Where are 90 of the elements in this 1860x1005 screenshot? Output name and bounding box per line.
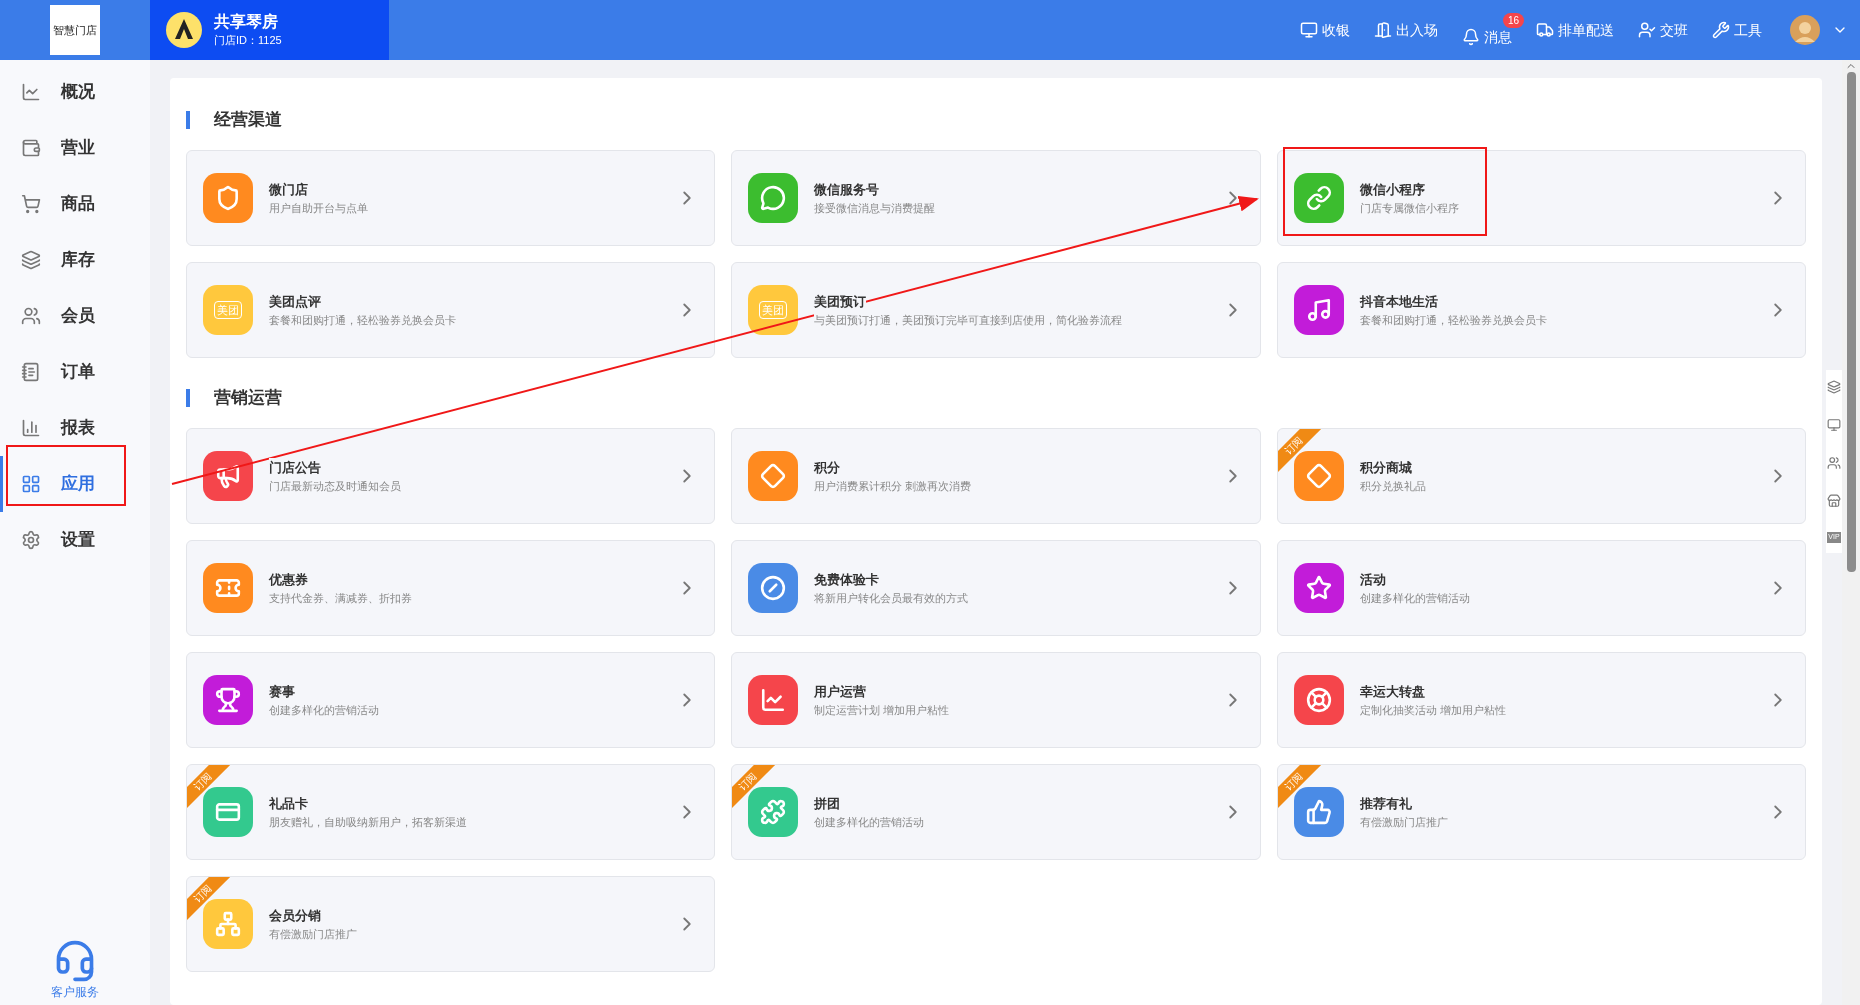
- section-title: 经营渠道: [186, 111, 1806, 129]
- card-title: 美团预订: [814, 292, 867, 312]
- chart-line-icon: [21, 82, 41, 102]
- card-title: 积分: [814, 458, 841, 478]
- card-subtitle: 定制化抽奖活动 增加用户粘性: [1359, 701, 1506, 718]
- sidebar-item[interactable]: 库存: [0, 232, 150, 288]
- card-title: 幸运大转盘: [1359, 682, 1425, 702]
- card-title: 门店公告: [269, 458, 321, 478]
- cart-icon: [21, 194, 41, 214]
- app-card[interactable]: 微信小程序 门店专属微信小程序: [1276, 150, 1806, 246]
- app-card[interactable]: 优惠券 支持代金券、满减券、折扣券: [186, 540, 716, 636]
- card-subtitle: 有偿激励门店推广: [269, 925, 357, 942]
- app-card[interactable]: 订阅 积分商城 积分兑换礼品: [1276, 428, 1806, 524]
- card-title: 积分商城: [1359, 458, 1412, 478]
- support-link[interactable]: 客户服务: [51, 983, 99, 1001]
- truck-icon: [1536, 21, 1554, 39]
- logo: 智慧门店: [50, 5, 100, 55]
- wrench-icon: [1712, 21, 1730, 39]
- notification-badge: 16: [1502, 12, 1524, 28]
- store-icon[interactable]: [1827, 494, 1841, 508]
- header-action[interactable]: 消息 16: [1462, 12, 1524, 48]
- settings-icon: [21, 530, 41, 550]
- door-icon: [1374, 21, 1392, 39]
- app-card[interactable]: 美团 美团点评 套餐和团购打通，轻松验券兑换会员卡: [186, 262, 716, 358]
- card-title: 微门店: [269, 180, 308, 200]
- grid-icon: [21, 474, 41, 494]
- store-id: 门店ID：1125: [214, 32, 282, 48]
- app-card[interactable]: 微门店 用户自助开台与点单: [186, 150, 716, 246]
- card-subtitle: 积分兑换礼品: [1359, 477, 1426, 494]
- bar-chart-icon: [21, 418, 41, 438]
- app-icon: 美团: [203, 285, 253, 335]
- sidebar-item[interactable]: 会员: [0, 288, 150, 344]
- sidebar-item[interactable]: 报表: [0, 400, 150, 456]
- app-card[interactable]: 订阅 礼品卡 朋友赠礼，自助吸纳新用户，拓客新渠道: [186, 764, 716, 860]
- users-icon: [21, 306, 41, 326]
- header-action[interactable]: 出入场: [1374, 19, 1438, 41]
- app-card[interactable]: 幸运大转盘 定制化抽奖活动 增加用户粘性: [1276, 652, 1806, 748]
- app-card[interactable]: 积分 用户消费累计积分 刺激再次消费: [731, 428, 1261, 524]
- app-card[interactable]: 赛事 创建多样化的营销活动: [186, 652, 716, 748]
- users-icon[interactable]: [1827, 456, 1841, 470]
- monitor-icon: [1300, 21, 1318, 39]
- wallet-icon: [21, 138, 41, 158]
- card-title: 赛事: [269, 682, 295, 702]
- store-panel[interactable]: 共享琴房 门店ID：1125: [150, 0, 389, 60]
- card-subtitle: 用户自助开台与点单: [269, 199, 368, 216]
- app-card[interactable]: 美团 美团预订 与美团预订打通，美团预订完毕可直接到店使用，简化验券流程: [731, 262, 1261, 358]
- bell-icon: [1462, 28, 1480, 46]
- sidebar-item[interactable]: 设置: [0, 512, 150, 568]
- card-subtitle: 将新用户转化会员最有效的方式: [814, 589, 969, 606]
- app-icon: 美团: [748, 285, 799, 335]
- store-logo-icon: [166, 12, 202, 48]
- app-card[interactable]: 用户运营 制定运营计划 增加用户粘性: [731, 652, 1261, 748]
- sidebar-item[interactable]: 商品: [0, 176, 150, 232]
- sidebar-item[interactable]: 应用: [0, 456, 150, 512]
- card-subtitle: 用户消费累计积分 刺激再次消费: [814, 477, 972, 494]
- header-action[interactable]: 交班: [1638, 19, 1688, 41]
- app-card[interactable]: 门店公告 门店最新动态及时通知会员: [186, 428, 716, 524]
- sidebar-item[interactable]: 概况: [0, 64, 150, 120]
- app-card[interactable]: 抖音本地生活 套餐和团购打通，轻松验券兑换会员卡: [1276, 262, 1806, 358]
- card-title: 微信服务号: [814, 180, 880, 200]
- app-card[interactable]: 活动 创建多样化的营销活动: [1276, 540, 1806, 636]
- card-subtitle: 门店最新动态及时通知会员: [269, 477, 401, 494]
- app-card[interactable]: 微信服务号 接受微信消息与消费提醒: [731, 150, 1261, 246]
- sidebar-item[interactable]: 订单: [0, 344, 150, 400]
- section-title: 营销运营: [186, 389, 1806, 407]
- card-subtitle: 有偿激励门店推广: [1359, 813, 1448, 830]
- header-action[interactable]: 工具: [1712, 19, 1762, 41]
- card-title: 微信小程序: [1359, 180, 1425, 200]
- store-name: 共享琴房: [214, 11, 279, 32]
- card-subtitle: 朋友赠礼，自助吸纳新用户，拓客新渠道: [269, 813, 467, 830]
- user-check-icon: [1638, 21, 1656, 39]
- card-subtitle: 接受微信消息与消费提醒: [814, 199, 936, 216]
- card-subtitle: 门店专属微信小程序: [1359, 199, 1459, 216]
- monitor-icon[interactable]: [1827, 418, 1841, 432]
- layers-icon[interactable]: [1827, 380, 1841, 394]
- header-action[interactable]: 排单配送: [1536, 19, 1614, 41]
- app-card[interactable]: 免费体验卡 将新用户转化会员最有效的方式: [731, 540, 1261, 636]
- sidebar-item[interactable]: 营业: [0, 120, 150, 176]
- card-title: 会员分销: [269, 906, 321, 926]
- avatar-icon: [1790, 15, 1820, 45]
- layers-icon: [21, 250, 41, 270]
- header-action[interactable]: 收银: [1300, 19, 1350, 41]
- card-subtitle: 与美团预订打通，美团预订完毕可直接到店使用，简化验券流程: [814, 311, 1123, 328]
- card-subtitle: 制定运营计划 增加用户粘性: [814, 701, 950, 718]
- scroll-thumb[interactable]: [1846, 72, 1856, 572]
- notebook-icon: [21, 362, 41, 382]
- app-card[interactable]: 订阅 会员分销 有偿激励门店推广: [186, 876, 716, 972]
- app-card[interactable]: 订阅 推荐有礼 有偿激励门店推广: [1276, 764, 1806, 860]
- app-card[interactable]: 订阅 拼团 创建多样化的营销活动: [731, 764, 1261, 860]
- card-title: 美团点评: [269, 292, 321, 312]
